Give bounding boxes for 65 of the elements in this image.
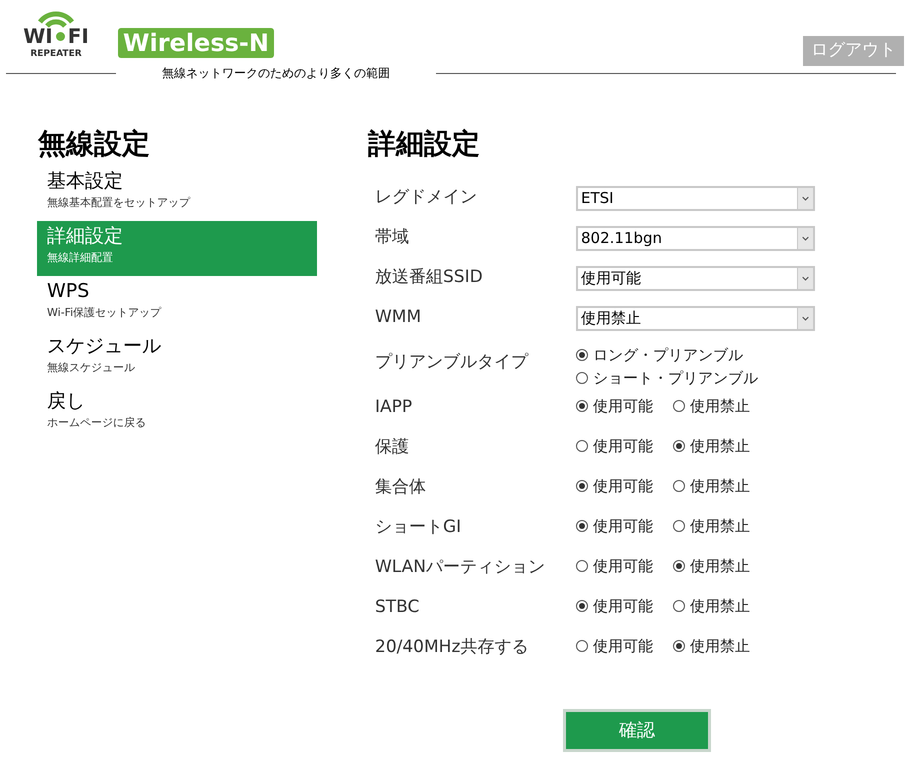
radio-button[interactable]: [576, 400, 588, 412]
dropdown[interactable]: 802.11bgn: [576, 226, 815, 250]
radio-button[interactable]: [673, 440, 685, 452]
option-label: 使用禁止: [690, 636, 750, 657]
sidebar-item[interactable]: 詳細設定 無線詳細配置: [37, 221, 317, 276]
logo-subtitle: REPEATER: [30, 48, 82, 61]
dropdown[interactable]: ETSI: [576, 186, 815, 210]
option-label: 使用可能: [593, 476, 653, 497]
radio-button[interactable]: [673, 400, 685, 412]
option-label: 使用禁止: [690, 436, 750, 457]
radio-button[interactable]: [673, 520, 685, 532]
logo-text: FI: [68, 26, 89, 46]
option-label: 使用可能: [593, 516, 653, 537]
radio-button[interactable]: [576, 480, 588, 492]
sidebar-item[interactable]: 戻し ホームページに戻る: [37, 386, 317, 441]
radio-button[interactable]: [576, 440, 588, 452]
option-label: 使用可能: [593, 636, 653, 657]
field-label: WLANパーティション: [374, 556, 546, 579]
field-label: ショートGI: [374, 516, 462, 539]
product-badge: Wireless-N: [118, 28, 274, 58]
caret-icon: [797, 188, 813, 208]
field-label: WMM: [374, 306, 422, 330]
option-label: 使用禁止: [690, 476, 750, 497]
radio-button[interactable]: [576, 640, 588, 652]
tagline: 無線ネットワークのためのより多くの範囲: [162, 65, 390, 82]
caret-icon: [797, 308, 813, 328]
option-label: 使用可能: [593, 596, 653, 617]
sidebar-title: 無線設定: [37, 126, 151, 162]
radio-button[interactable]: [576, 349, 588, 362]
sidebar-item[interactable]: 基本設定 無線基本配置をセットアップ: [37, 166, 317, 221]
option-label: 使用禁止: [690, 516, 750, 537]
field-label: STBC: [374, 596, 420, 619]
field-label: 集合体: [374, 476, 427, 499]
sidebar-item[interactable]: スケジュール 無線スケジュール: [37, 331, 317, 386]
option-label: 使用可能: [593, 396, 653, 417]
radio-button[interactable]: [576, 560, 588, 572]
option-label: 使用禁止: [690, 556, 750, 577]
option-label: 使用可能: [593, 436, 653, 457]
confirm-button[interactable]: 確認: [563, 709, 711, 752]
field-label: 保護: [374, 436, 410, 459]
page-title: 詳細設定: [368, 126, 481, 162]
caret-icon: [797, 228, 813, 248]
field-label: 帯域: [374, 226, 410, 250]
field-label: プリアンブルタイプ: [374, 351, 530, 374]
logo-text: WI: [23, 26, 53, 46]
dropdown[interactable]: 使用可能: [576, 266, 815, 290]
field-label: IAPP: [374, 396, 414, 419]
option-label: 使用可能: [593, 556, 653, 577]
radio-button[interactable]: [576, 600, 588, 612]
option-label: ロング・プリアンブル: [593, 345, 743, 366]
radio-button[interactable]: [576, 520, 588, 532]
radio-button[interactable]: [576, 372, 588, 384]
field-label: レグドメイン: [374, 186, 478, 210]
option-label: 使用禁止: [690, 396, 750, 417]
option-label: 使用禁止: [690, 596, 750, 617]
dropdown[interactable]: 使用禁止: [576, 306, 815, 330]
option-label: ショート・プリアンブル: [593, 368, 758, 388]
radio-button[interactable]: [673, 480, 685, 492]
caret-icon: [797, 268, 813, 288]
sidebar-item[interactable]: WPS Wi-Fi保護セットアップ: [37, 276, 317, 331]
radio-button[interactable]: [673, 560, 685, 572]
field-label: 20/40MHz共存する: [374, 636, 530, 659]
field-label: 放送番組SSID: [374, 266, 484, 290]
radio-button[interactable]: [673, 600, 685, 612]
radio-button[interactable]: [673, 640, 685, 652]
